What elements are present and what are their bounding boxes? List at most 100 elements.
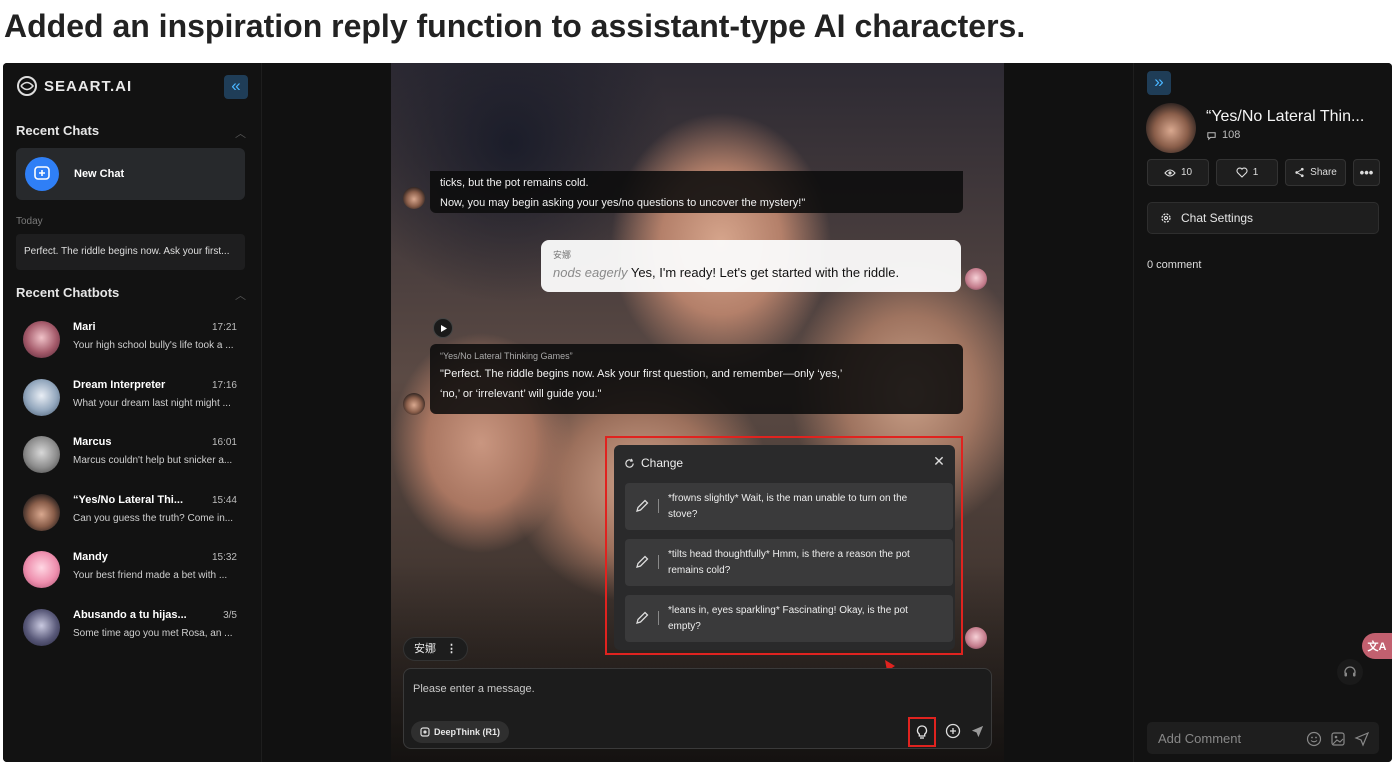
chatbot-name: Mandy — [73, 551, 108, 563]
chatbot-time: 17:16 — [211, 380, 237, 391]
reply-option-text: *frowns slightly* Wait, is the man unabl… — [668, 493, 908, 520]
chat-bubble-icon — [1207, 131, 1216, 140]
share-button[interactable]: Share — [1285, 159, 1346, 186]
more-options-button[interactable]: ••• — [1353, 159, 1380, 186]
more-vertical-icon[interactable]: ⋮ — [446, 638, 457, 660]
chatbot-preview: What your dream last night might ... — [73, 398, 231, 409]
reply-option[interactable]: *tilts head thoughtfully* Hmm, is there … — [625, 539, 953, 586]
avatar — [23, 494, 60, 531]
chatbot-preview: Can you guess the truth? Come in... — [73, 513, 234, 524]
likes-count: 1 — [1252, 167, 1259, 178]
bot-avatar[interactable] — [403, 187, 425, 209]
avatar — [23, 436, 60, 473]
character-title: “Yes/No Lateral Thin... — [1206, 108, 1365, 125]
send-icon[interactable] — [1353, 730, 1370, 747]
recent-chats-title: Recent Chats — [16, 123, 100, 138]
expand-panel-button[interactable]: » — [1147, 71, 1171, 95]
views-count: 10 — [1180, 167, 1193, 178]
chatbot-item[interactable]: Dream Interpreter 17:16 What your dream … — [23, 377, 245, 421]
character-avatar[interactable] — [1146, 103, 1196, 153]
inspiration-button[interactable] — [908, 717, 936, 747]
comment-input-box[interactable]: Add Comment — [1147, 722, 1379, 754]
left-sidebar: SEAART.AI « Recent Chats ︿ New Chat Toda… — [3, 63, 262, 762]
bot-label: “Yes/No Lateral Thinking Games” — [440, 351, 573, 361]
image-icon[interactable] — [1329, 730, 1346, 747]
chat-area: ticks, but the pot remains cold. Now, yo… — [262, 63, 1133, 762]
brand-logo[interactable]: SEAART.AI — [16, 75, 132, 97]
support-button[interactable] — [1337, 659, 1363, 685]
user-avatar[interactable] — [965, 627, 987, 649]
chevron-up-icon[interactable]: ︿ — [235, 125, 246, 141]
message-input[interactable]: Please enter a message. — [413, 683, 535, 695]
page-headline: Added an inspiration reply function to a… — [4, 8, 1026, 44]
recent-chat-item[interactable]: Perfect. The riddle begins now. Ask your… — [16, 234, 245, 270]
reply-option[interactable]: *leans in, eyes sparkling* Fascinating! … — [625, 595, 953, 642]
recent-chatbots-title: Recent Chatbots — [16, 285, 120, 300]
bot-avatar[interactable] — [403, 393, 425, 415]
new-chat-button[interactable]: New Chat — [16, 148, 245, 200]
chatbot-time: 3/5 — [223, 610, 237, 621]
translate-button[interactable]: 文A — [1362, 633, 1392, 659]
chatbot-item[interactable]: Mandy 15:32 Your best friend made a bet … — [23, 549, 245, 593]
popup-header[interactable]: Change — [624, 456, 683, 470]
chatbot-name: Abusando a tu hijas... — [73, 609, 187, 621]
chat-count: 108 — [1206, 129, 1240, 141]
chat-count-value: 108 — [1222, 129, 1241, 141]
persona-selector[interactable]: 安娜 ⋮ — [403, 637, 468, 661]
heart-icon — [1236, 167, 1248, 178]
chatbot-preview: Your best friend made a bet with ... — [73, 570, 228, 581]
chatbot-time: 15:32 — [211, 552, 237, 563]
eye-icon — [1164, 168, 1176, 177]
deepthink-toggle[interactable]: DeepThink (R1) — [411, 721, 510, 743]
chatbot-item[interactable]: Marcus 16:01 Marcus couldn't help but sn… — [23, 434, 245, 478]
chat-settings-button[interactable]: Chat Settings — [1147, 202, 1379, 234]
message-line: "Perfect. The riddle begins now. Ask you… — [440, 368, 843, 380]
like-button[interactable]: 1 — [1216, 159, 1278, 186]
pencil-icon[interactable] — [634, 554, 650, 570]
message-input-box[interactable]: Please enter a message. DeepThink (R1) — [403, 668, 992, 749]
avatar — [23, 379, 60, 416]
chatbot-name: Marcus — [73, 436, 112, 448]
emoji-icon[interactable] — [1305, 730, 1322, 747]
chatbot-item[interactable]: “Yes/No Lateral Thi... 15:44 Can you gue… — [23, 492, 245, 536]
avatar — [23, 609, 60, 646]
brand-name: SEAART.AI — [44, 77, 133, 95]
message-line: ticks, but the pot remains cold. — [440, 177, 589, 189]
message-line: ‘no,’ or ‘irrelevant’ will guide you." — [440, 388, 602, 400]
send-icon[interactable] — [968, 722, 986, 740]
chatbot-name: Mari — [73, 321, 96, 333]
close-icon[interactable]: ✕ — [931, 453, 947, 469]
chatbot-preview: Your high school bully's life took a ... — [73, 340, 234, 351]
pencil-icon[interactable] — [634, 498, 650, 514]
new-chat-icon — [25, 157, 59, 191]
chatbot-item[interactable]: Abusando a tu hijas... 3/5 Some time ago… — [23, 607, 245, 651]
deepthink-icon — [420, 727, 430, 737]
chatbot-time: 15:44 — [211, 495, 237, 506]
chatbot-item[interactable]: Mari 17:21 Your high school bully's life… — [23, 319, 245, 363]
persona-name: 安娜 — [414, 643, 436, 655]
right-panel: » “Yes/No Lateral Thin... 108 10 1 Share… — [1133, 63, 1392, 762]
refresh-icon — [625, 458, 634, 468]
share-icon — [1295, 167, 1304, 178]
pencil-icon[interactable] — [634, 610, 650, 626]
user-avatar[interactable] — [965, 268, 987, 290]
comment-count: 0 comment — [1147, 259, 1202, 271]
chatbot-name: “Yes/No Lateral Thi... — [73, 494, 184, 506]
app-window: SEAART.AI « Recent Chats ︿ New Chat Toda… — [3, 63, 1392, 762]
chatbot-preview: Marcus couldn't help but snicker a... — [73, 455, 233, 466]
play-audio-button[interactable] — [433, 318, 453, 338]
reply-option-text: *tilts head thoughtfully* Hmm, is there … — [668, 549, 910, 576]
reply-option[interactable]: *frowns slightly* Wait, is the man unabl… — [625, 483, 953, 530]
views-badge: 10 — [1147, 159, 1209, 186]
chevron-up-icon[interactable]: ︿ — [235, 287, 246, 303]
collapse-sidebar-button[interactable]: « — [224, 75, 248, 99]
bot-message: “Yes/No Lateral Thinking Games” "Perfect… — [430, 344, 963, 414]
add-icon[interactable] — [944, 722, 962, 740]
avatar — [23, 321, 60, 358]
message-line: Now, you may begin asking your yes/no qu… — [440, 197, 806, 209]
chatbot-name: Dream Interpreter — [73, 379, 166, 391]
deepthink-label: DeepThink (R1) — [434, 727, 501, 737]
popup-title: Change — [641, 456, 684, 470]
comment-input[interactable]: Add Comment — [1158, 731, 1241, 746]
bot-message: ticks, but the pot remains cold. Now, yo… — [430, 171, 963, 213]
